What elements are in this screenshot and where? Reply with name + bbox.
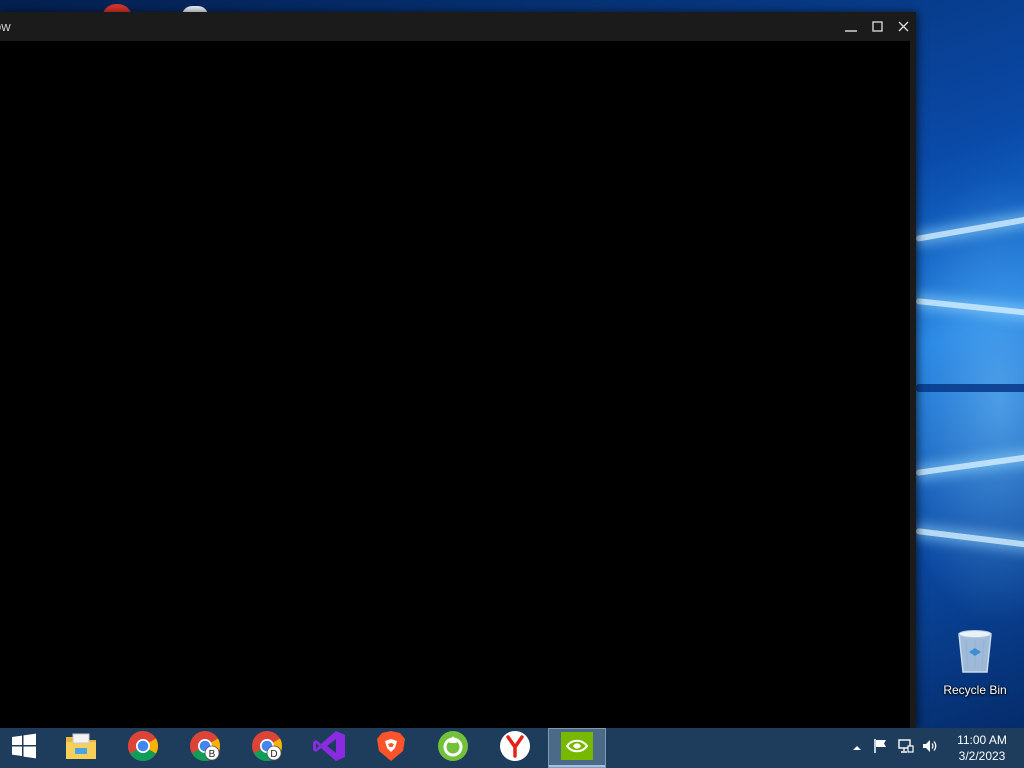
taskbar-clock[interactable]: 11:00 AM 3/2/2023 [940,728,1024,768]
wallpaper-beam [915,211,1024,242]
minimize-button[interactable] [838,12,864,41]
wallpaper-beam [915,298,1024,319]
taskbar-app-visual-studio[interactable] [300,728,358,768]
close-icon [898,21,909,32]
yandex-icon [499,730,531,767]
clock-date: 3/2/2023 [958,749,1006,763]
window-titlebar[interactable]: ow [0,12,916,41]
taskbar-app-nvidia[interactable] [548,728,606,768]
chrome-beta-icon: B [189,730,221,767]
chrome-dev-badge: D [270,749,277,760]
volume-icon [922,738,938,759]
nvidia-icon [561,731,593,765]
window-content-area[interactable] [0,41,910,728]
brave-icon [376,730,406,767]
window-border [910,41,916,728]
recycle-bin-icon [955,628,995,679]
file-explorer-icon [64,731,98,766]
chrome-dev-icon: D [251,730,283,767]
taskbar-app-green-browser[interactable] [424,728,482,768]
taskbar-app-brave[interactable] [362,728,420,768]
chrome-beta-badge: B [209,749,216,760]
wallpaper-beam [916,384,1024,392]
maximize-icon [871,21,883,32]
visual-studio-icon [312,730,346,767]
network-icon [898,738,914,759]
taskbar-app-chrome-beta[interactable]: B [176,728,234,768]
taskbar-app-chrome[interactable] [114,728,172,768]
show-hidden-icons-button[interactable] [848,728,866,768]
wallpaper-beam [915,528,1024,552]
network-button[interactable] [895,728,917,768]
windows-logo-icon [11,733,37,764]
wallpaper-beam [915,450,1024,476]
recycle-bin[interactable]: Recycle Bin [936,628,1014,702]
taskbar-app-chrome-dev[interactable]: D [238,728,296,768]
taskbar-app-yandex[interactable] [486,728,544,768]
volume-button[interactable] [919,728,941,768]
window-title: ow [0,19,11,34]
action-center-flag-button[interactable] [870,728,892,768]
chrome-icon [127,730,159,767]
chevron-up-icon [852,739,862,757]
close-button[interactable] [890,12,916,41]
clock-time: 11:00 AM [957,733,1007,747]
minimize-icon [845,21,857,33]
app-window[interactable]: ow [0,12,916,728]
maximize-button[interactable] [864,12,890,41]
taskbar-app-file-explorer[interactable] [52,728,110,768]
taskbar: B D 11:00 AM 3/2/2023 [0,728,1024,768]
flag-icon [873,738,889,759]
recycle-bin-label: Recycle Bin [943,683,1007,697]
start-button[interactable] [0,728,48,768]
green-browser-icon [437,730,469,767]
